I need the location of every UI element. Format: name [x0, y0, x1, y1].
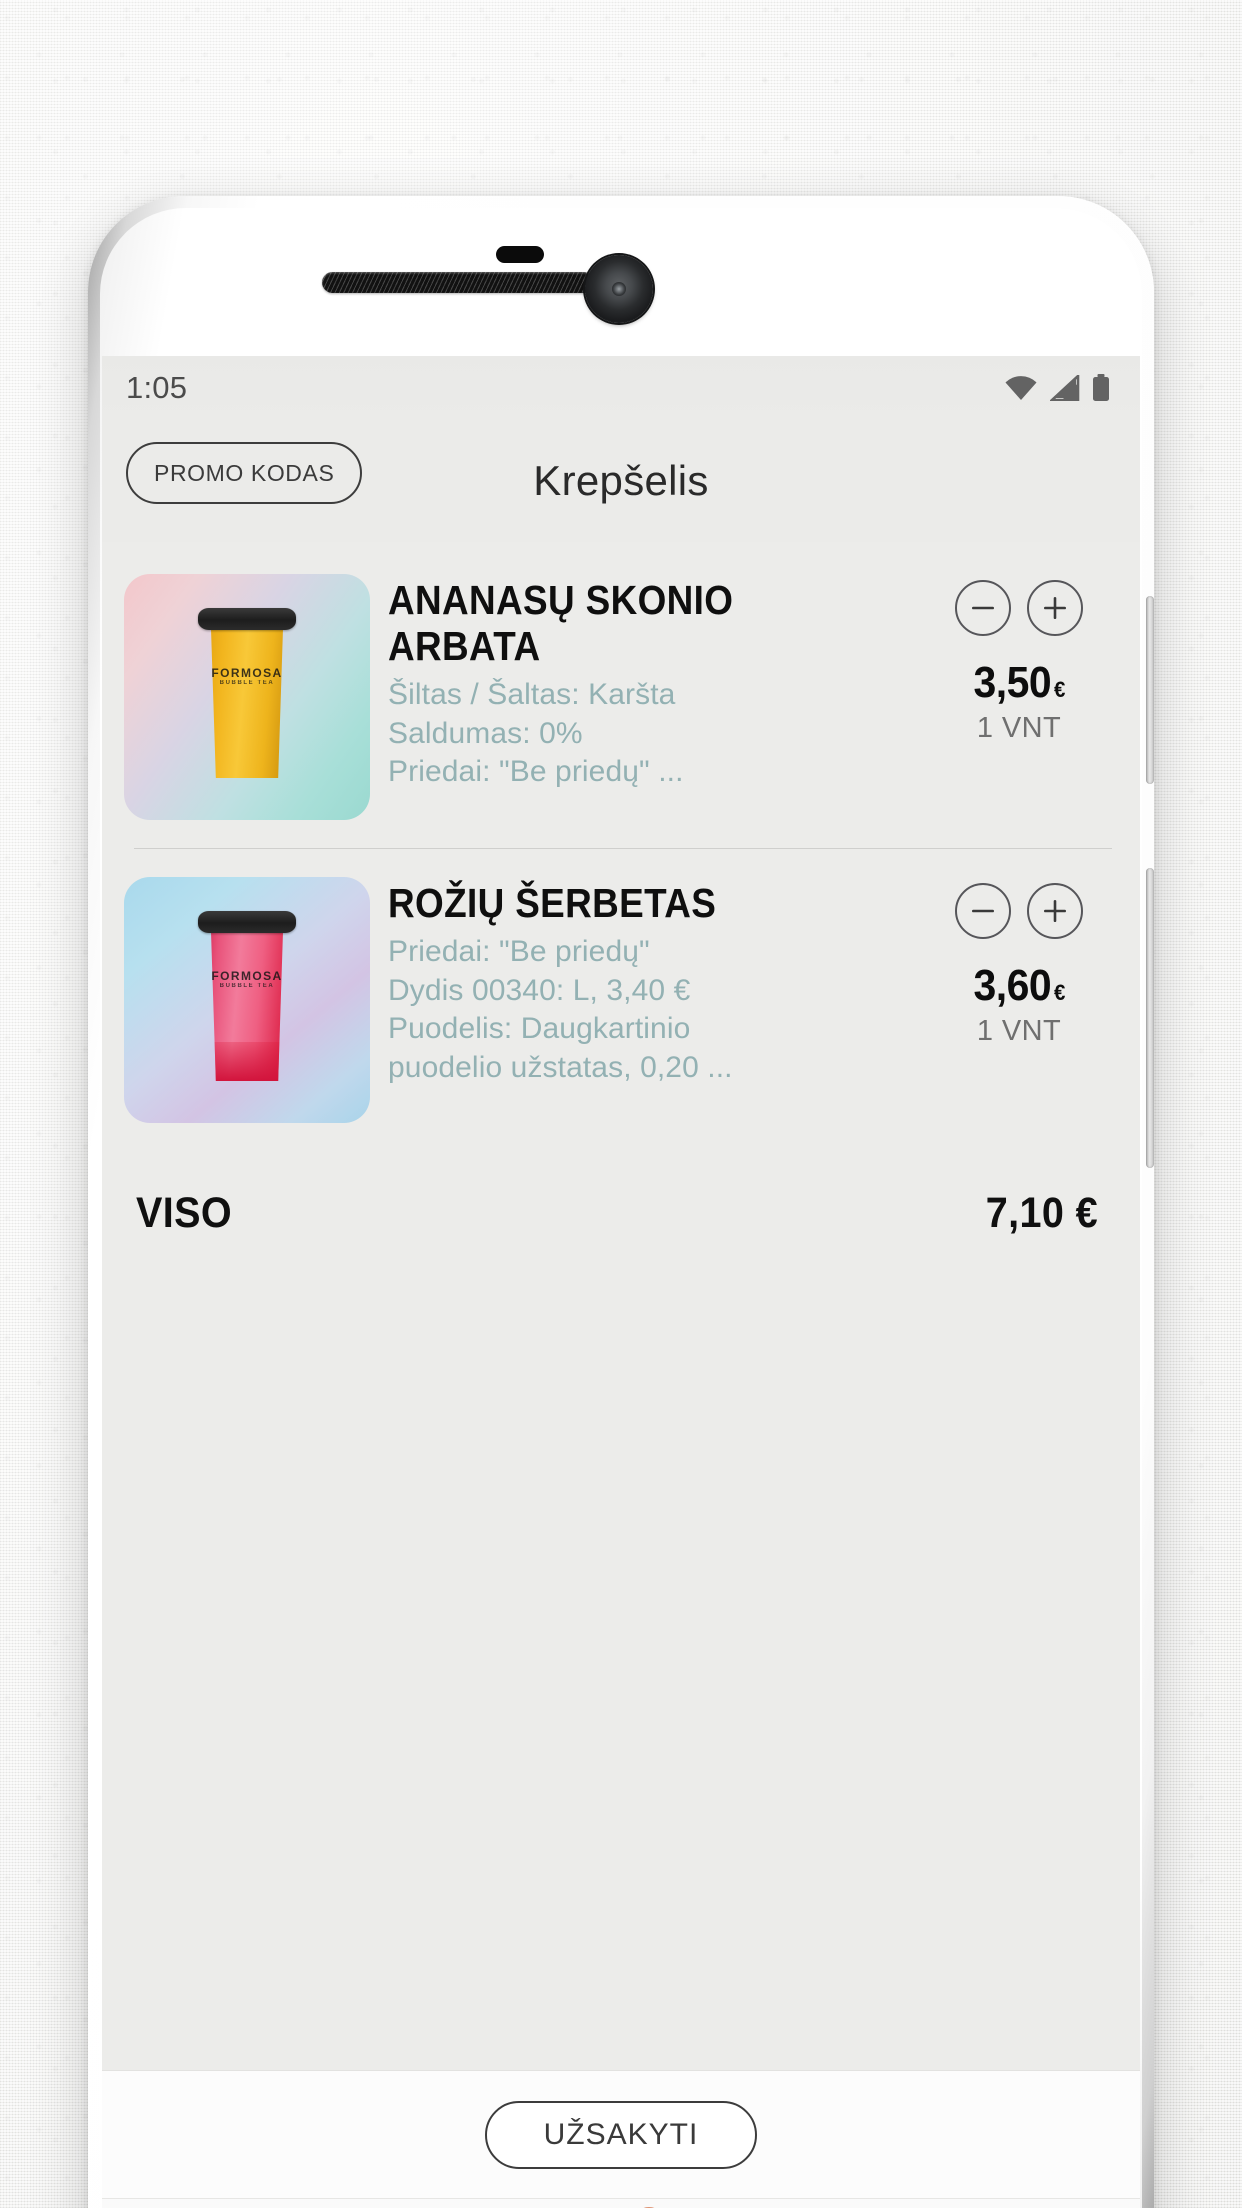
- decrease-quantity-button[interactable]: [955, 883, 1011, 939]
- product-price: 3,60 €: [973, 961, 1065, 1011]
- product-details: ANANASŲ SKONIO ARBATA Šiltas / Šaltas: K…: [388, 574, 906, 792]
- order-bar: UŽSAKYTI: [102, 2070, 1140, 2198]
- wifi-icon: [1004, 375, 1038, 401]
- cup-lid-icon: [198, 608, 296, 631]
- status-time: 1:05: [126, 370, 188, 405]
- product-quantity-label: 1 VNT: [976, 712, 1062, 744]
- cup-brand-logo: FORMOSA BUBBLE TEA: [211, 970, 282, 989]
- product-price-value: 3,60: [973, 961, 1052, 1010]
- product-quantity-label: 1 VNT: [976, 1015, 1062, 1047]
- cup-brand-sub: BUBBLE TEA: [219, 982, 275, 989]
- cart-list[interactable]: FORMOSA BUBBLE TEA ANANASŲ SKONIO ARBATA…: [102, 542, 1140, 2070]
- decrease-quantity-button[interactable]: [955, 580, 1011, 636]
- nav-item-namai[interactable]: Namai: [102, 2199, 310, 2208]
- minus-icon: [972, 909, 994, 913]
- product-price: 3,50 €: [973, 658, 1065, 708]
- phone-device: 1:05 PROMO KODAS Krepšelis FORMOSA BUBBL…: [88, 196, 1154, 2208]
- promo-code-button[interactable]: PROMO KODAS: [126, 442, 363, 504]
- product-description-line: Puodelis: Daugkartinio: [388, 1012, 691, 1046]
- product-description-line: Priedai: "Be priedų": [388, 934, 650, 968]
- drink-cup-illustration: [210, 626, 284, 779]
- product-price-value: 3,50: [973, 658, 1052, 707]
- nav-item-kontaktai[interactable]: Kontaktai: [932, 2199, 1140, 2208]
- quantity-stepper: [955, 580, 1083, 636]
- cup-brand-sub: BUBBLE TEA: [219, 679, 275, 686]
- product-name: ROŽIŲ ŠERBETAS: [388, 880, 717, 926]
- product-quantity-price: 3,50 € 1 VNT: [924, 574, 1114, 745]
- product-price-currency: €: [1053, 980, 1065, 1005]
- volume-button[interactable]: [1146, 596, 1154, 784]
- app-header: PROMO KODAS Krepšelis: [102, 420, 1140, 542]
- product-description-line: Saldumas: 0%: [388, 716, 583, 750]
- product-thumbnail[interactable]: FORMOSA BUBBLE TEA: [124, 574, 370, 820]
- item-divider: [134, 848, 1112, 849]
- product-quantity-price: 3,60 € 1 VNT: [924, 877, 1114, 1048]
- drink-cup-illustration: [210, 929, 284, 1082]
- product-thumbnail[interactable]: FORMOSA BUBBLE TEA: [124, 877, 370, 1123]
- cart-total-label: VISO: [136, 1189, 233, 1237]
- cart-total-value: 7,10 €: [985, 1189, 1098, 1237]
- order-button[interactable]: UŽSAKYTI: [485, 2100, 757, 2169]
- product-description-line: Dydis 00340: L, 3,40 €: [388, 973, 691, 1007]
- phone-screen: 1:05 PROMO KODAS Krepšelis FORMOSA BUBBL…: [102, 356, 1140, 2208]
- product-name: ANANASŲ SKONIO ARBATA: [388, 577, 734, 669]
- nav-item-meniu[interactable]: Meniu: [310, 2199, 518, 2208]
- cup-lid-icon: [198, 911, 296, 934]
- cart-item[interactable]: FORMOSA BUBBLE TEA ANANASŲ SKONIO ARBATA…: [102, 556, 1140, 838]
- bottom-navigation: Namai Meniu 2 Krepšelis Info: [102, 2198, 1140, 2208]
- product-description-line: Priedai: "Be priedų" ...: [388, 755, 684, 789]
- front-camera-icon: [585, 255, 653, 323]
- earpiece-icon: [496, 246, 544, 263]
- nav-item-krepselis[interactable]: 2 Krepšelis: [517, 2199, 725, 2208]
- product-details: ROŽIŲ ŠERBETAS Priedai: "Be priedų" Dydi…: [388, 877, 906, 1088]
- status-icons: [1004, 374, 1110, 402]
- cart-item[interactable]: FORMOSA BUBBLE TEA ROŽIŲ ŠERBETAS Prieda…: [102, 859, 1140, 1141]
- power-button[interactable]: [1146, 868, 1154, 1168]
- cup-brand-name: FORMOSA: [211, 666, 283, 681]
- cellular-signal-icon: [1050, 375, 1080, 401]
- nav-item-info[interactable]: Info: [725, 2199, 933, 2208]
- product-description: Šiltas / Šaltas: Karšta Saldumas: 0% Pri…: [388, 676, 906, 792]
- product-description: Priedai: "Be priedų" Dydis 00340: L, 3,4…: [388, 933, 906, 1088]
- status-bar: 1:05: [102, 356, 1140, 420]
- increase-quantity-button[interactable]: [1027, 580, 1083, 636]
- minus-icon: [972, 606, 994, 610]
- product-description-line: puodelio užstatas, 0,20 ...: [388, 1050, 733, 1084]
- product-description-line: Šiltas / Šaltas: Karšta: [388, 677, 676, 711]
- plus-icon: [1044, 900, 1066, 922]
- cup-brand-name: FORMOSA: [211, 969, 283, 984]
- cup-brand-logo: FORMOSA BUBBLE TEA: [211, 667, 282, 686]
- product-price-currency: €: [1053, 677, 1065, 702]
- increase-quantity-button[interactable]: [1027, 883, 1083, 939]
- speaker-grille-icon: [322, 272, 594, 293]
- battery-icon: [1092, 374, 1110, 402]
- plus-icon: [1044, 597, 1066, 619]
- quantity-stepper: [955, 883, 1083, 939]
- cart-total-row: VISO 7,10 €: [102, 1141, 1140, 1238]
